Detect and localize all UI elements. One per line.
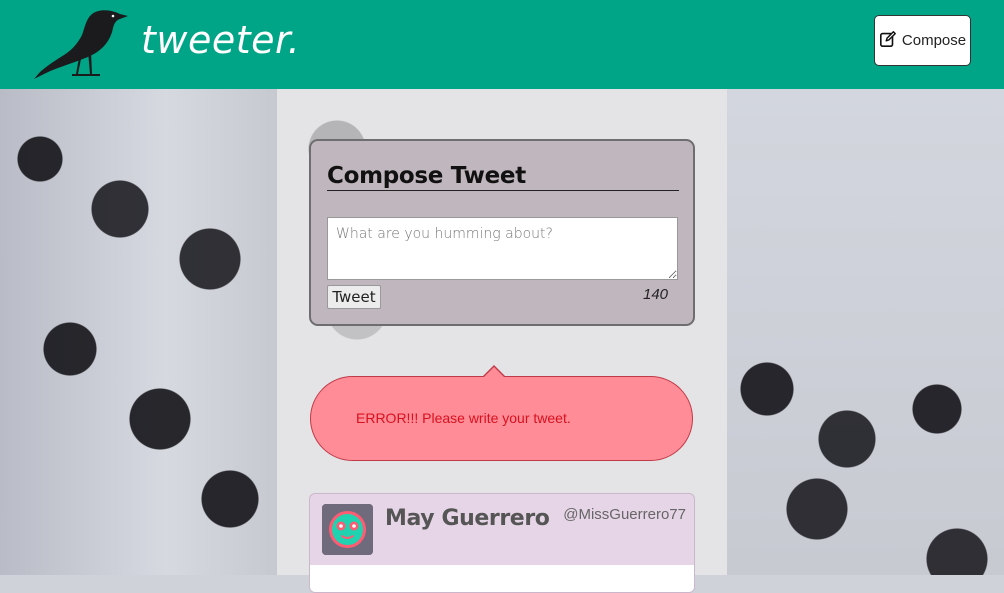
tweet-body [310,565,694,592]
background-image-left [0,89,277,575]
error-bubble-pointer-fill [483,367,505,378]
crow-logo-icon [30,6,130,82]
character-counter: 140 [643,286,669,303]
brand-title: tweeter. [141,18,301,62]
compose-tweet-panel: Compose Tweet Tweet 140 [309,139,695,326]
navbar: tweeter. Compose [0,0,1004,89]
error-message-bubble: ERROR!!! Please write your tweet. [310,376,693,461]
error-message: ERROR!!! Please write your tweet. [356,410,571,426]
background-image-right [727,89,1004,575]
compose-button[interactable]: Compose [874,15,971,66]
tweet-author-name: May Guerrero [385,506,550,531]
tweet-submit-button[interactable]: Tweet [327,285,381,309]
edit-icon [879,30,897,52]
compose-button-label: Compose [901,32,967,49]
tweet-input[interactable] [327,217,678,280]
compose-title: Compose Tweet [327,163,679,191]
face-avatar-icon [322,504,373,555]
tweet-author-handle: @MissGuerrero77 [563,506,686,523]
tweet-card: May Guerrero @MissGuerrero77 [309,493,695,593]
